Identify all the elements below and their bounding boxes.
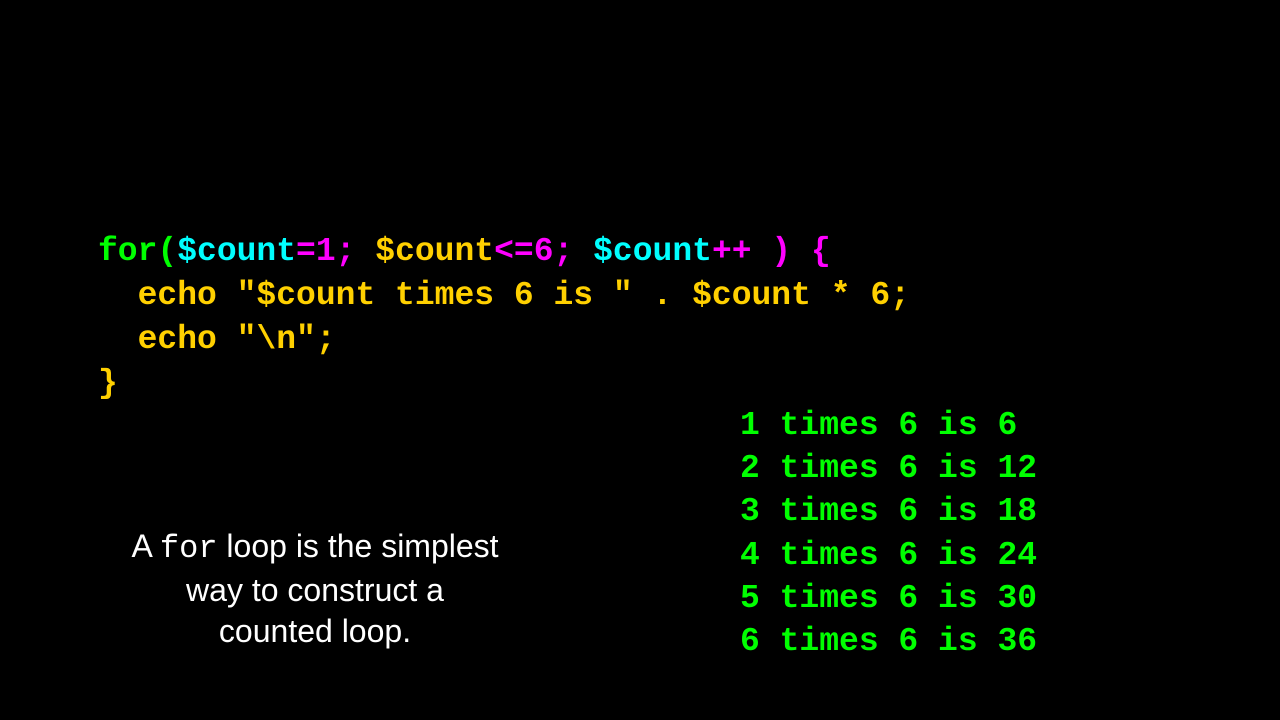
caption-keyword: for (160, 530, 218, 567)
code-token: echo "$count times 6 is " . $count * 6; (98, 277, 910, 314)
code-block: for($count=1; $count<=6; $count++ ) { ec… (98, 230, 910, 406)
slide: for($count=1; $count<=6; $count++ ) { ec… (0, 0, 1280, 720)
code-token: $count (177, 233, 296, 270)
caption-part1: A (131, 528, 159, 564)
code-token: echo "\n"; (98, 321, 336, 358)
caption-text: A for loop is the simplest way to constr… (130, 526, 500, 653)
code-token: $count (375, 233, 494, 270)
code-token: $count (593, 233, 712, 270)
code-token: <=6; (494, 233, 593, 270)
code-line: echo "\n"; (98, 318, 910, 362)
code-line: } (98, 362, 910, 406)
code-line: echo "$count times 6 is " . $count * 6; (98, 274, 910, 318)
code-line: for($count=1; $count<=6; $count++ ) { (98, 230, 910, 274)
code-token: ++ ) { (712, 233, 831, 270)
code-token: for( (98, 233, 177, 270)
output-block: 1 times 6 is 6 2 times 6 is 12 3 times 6… (740, 404, 1037, 663)
code-token: =1; (296, 233, 375, 270)
code-token: } (98, 365, 118, 402)
caption-part2: loop is the simplest way to construct a … (186, 528, 499, 649)
